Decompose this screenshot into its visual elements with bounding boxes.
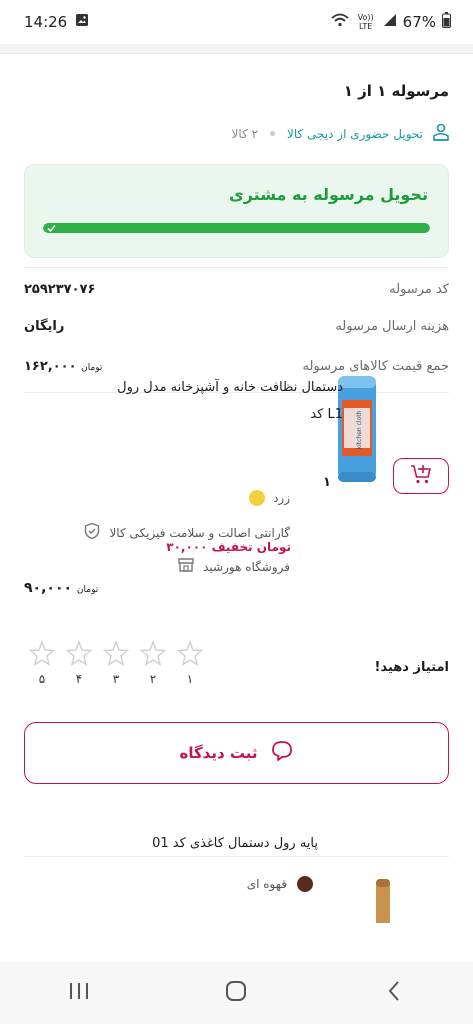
product-color-row: زرد — [249, 490, 290, 506]
network-label: Vo)) LTE — [357, 13, 374, 31]
star-5[interactable]: ۵ — [28, 640, 56, 686]
back-icon — [387, 980, 401, 1006]
wifi-icon — [331, 13, 349, 31]
status-right: Vo)) LTE 67% — [331, 12, 451, 32]
delivery-status-card: تحویل مرسوله به مشتری — [24, 164, 449, 258]
item-count: ۲ کالا — [231, 126, 259, 141]
home-icon — [225, 980, 247, 1006]
star-4-label: ۴ — [75, 672, 83, 686]
cart-plus-icon — [409, 463, 433, 489]
battery-percentage: 67% — [402, 13, 436, 31]
product-image-paper-towel-holder[interactable] — [318, 823, 448, 923]
total-price-row: جمع قیمت کالاهای مرسوله ۱۶۲,۰۰۰ تومان — [24, 359, 449, 374]
shipment-title: مرسوله ۱ از ۱ — [343, 82, 449, 100]
shipment-header: مرسوله ۱ از ۱ — [24, 82, 449, 100]
home-button[interactable] — [206, 973, 266, 1013]
store-icon — [177, 556, 195, 577]
currency-label: تومان — [76, 585, 99, 595]
star-3[interactable]: ۳ — [102, 640, 130, 686]
product-seller: فروشگاه هورشید — [203, 559, 290, 574]
product-discount: ۳۰,۰۰۰ تومان تخفیف — [166, 540, 291, 554]
star-2-label: ۲ — [149, 672, 157, 686]
shield-check-icon — [83, 522, 101, 543]
svg-text:kitchen cloth: kitchen cloth — [356, 410, 363, 449]
recent-apps-button[interactable] — [49, 973, 109, 1013]
divider — [24, 267, 449, 268]
total-price-value: ۱۶۲,۰۰۰ تومان — [24, 359, 104, 374]
color-swatch — [297, 876, 313, 892]
recent-apps-icon — [68, 981, 90, 1005]
rating-stars: ۵ ۴ ۳ ۲ ۱ — [28, 640, 208, 690]
star-2[interactable]: ۲ — [139, 640, 167, 686]
shipping-cost-row: هزینه ارسال مرسوله رایگان — [24, 319, 449, 334]
product-price-amount: ۹۰,۰۰۰ — [24, 580, 73, 596]
top-divider — [0, 44, 473, 54]
star-1-label: ۱ — [186, 672, 194, 686]
star-1[interactable]: ۱ — [176, 640, 204, 686]
rating-label: امتیاز دهید! — [374, 660, 449, 675]
clock: 14:26 — [24, 13, 68, 31]
delivery-progress-bar — [43, 223, 430, 233]
product2-color-row: قهوه ای — [247, 876, 313, 892]
status-left: 14:26 — [24, 13, 89, 31]
color-swatch — [249, 490, 266, 506]
product-color: زرد — [273, 491, 290, 505]
shipping-cost-value: رایگان — [24, 319, 65, 334]
star-3-label: ۳ — [112, 672, 120, 686]
battery-icon — [442, 12, 451, 32]
android-nav-bar — [0, 962, 473, 1024]
shipment-code-value: ۲۵۹۲۳۷۰۷۶ — [24, 282, 96, 297]
comment-icon — [270, 739, 294, 767]
product-title[interactable]: دستمال نظافت خانه و آشپزخانه مدل رول کد … — [103, 374, 343, 428]
add-to-cart-button[interactable] — [393, 458, 449, 494]
product-seller-row[interactable]: فروشگاه هورشید — [177, 556, 290, 577]
delivery-status-label: تحویل مرسوله به مشتری — [229, 185, 428, 204]
back-button[interactable] — [364, 973, 424, 1013]
shipping-cost-label: هزینه ارسال مرسوله — [335, 319, 449, 334]
status-bar: 14:26 Vo)) LTE 67% — [0, 0, 473, 44]
progress-fill — [43, 223, 430, 233]
signal-icon — [383, 13, 397, 31]
image-icon — [75, 13, 89, 31]
shipment-code-row: کد مرسوله ۲۵۹۲۳۷۰۷۶ — [24, 282, 449, 297]
shipment-code-label: کد مرسوله — [389, 282, 449, 297]
product-price: تومان ۹۰,۰۰۰ — [24, 580, 100, 596]
product2-title[interactable]: پایه رول دستمال کاغذی کد 01 — [152, 836, 318, 851]
submit-review-button[interactable]: ثبت دیدگاه — [24, 722, 449, 784]
submit-review-label: ثبت دیدگاه — [179, 744, 258, 762]
star-5-label: ۵ — [38, 672, 46, 686]
product2-color: قهوه ای — [246, 877, 287, 891]
currency-label: تومان — [81, 363, 103, 373]
star-4[interactable]: ۴ — [65, 640, 93, 686]
delivery-row: تحویل حضوری از دیجی کالا ۲ کالا — [232, 122, 451, 145]
product-warranty: گارانتی اصالت و سلامت فیزیکی کالا — [109, 525, 290, 540]
separator-dot — [270, 131, 276, 136]
pickup-person-icon — [431, 122, 451, 145]
delivery-type: تحویل حضوری از دیجی کالا — [287, 126, 423, 141]
check-icon — [45, 223, 57, 233]
total-price-amount: ۱۶۲,۰۰۰ — [24, 359, 77, 374]
product-quantity: ۱ — [323, 475, 331, 490]
